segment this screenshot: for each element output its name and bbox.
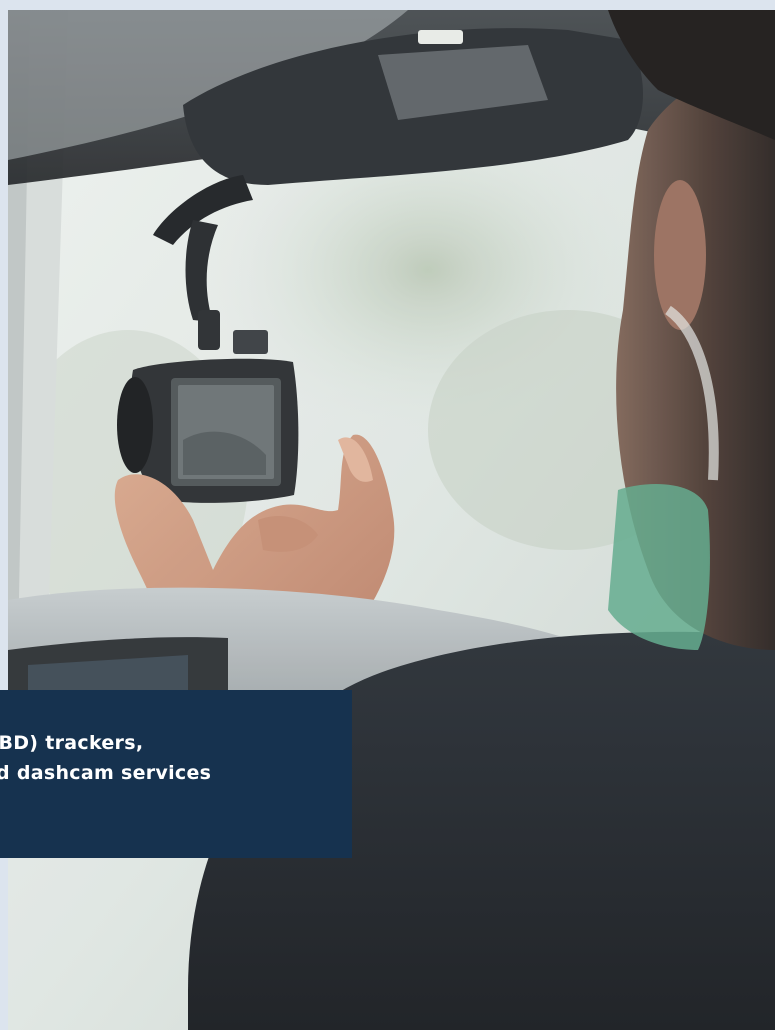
caption-text: OBD) trackers, d dashcam services xyxy=(0,728,352,788)
page-frame: OBD) trackers, d dashcam services xyxy=(0,0,775,1030)
caption-line-1: OBD) trackers, xyxy=(0,732,144,754)
caption-box: OBD) trackers, d dashcam services xyxy=(0,690,352,858)
caption-line-2: d dashcam services xyxy=(0,762,212,784)
dashcam-photo xyxy=(8,10,775,1030)
